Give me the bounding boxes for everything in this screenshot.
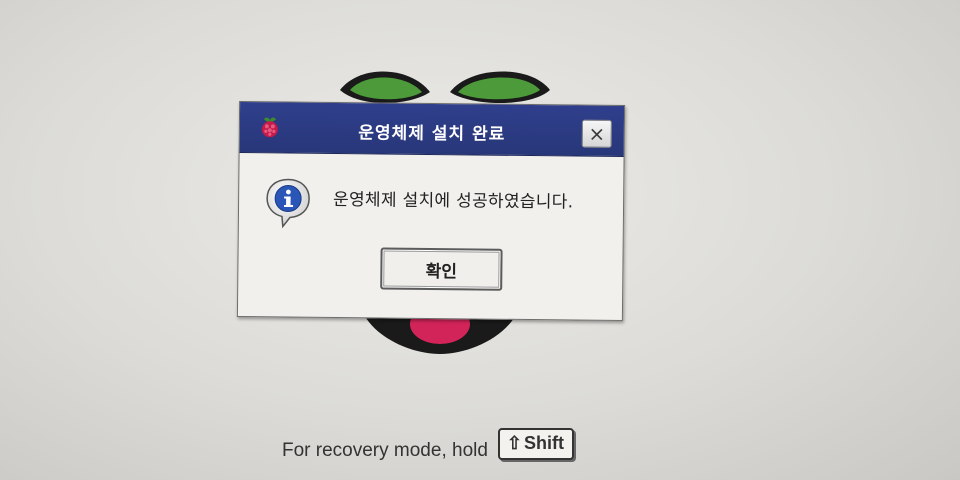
shift-key-label: Shift (524, 433, 565, 453)
shift-key: ⇧ Shift (497, 428, 575, 460)
install-complete-dialog: 운영체제 설치 완료 × 운영체제 설치에 성공하였습니다. 확인 (236, 100, 626, 322)
ok-button-label: 확인 (425, 261, 458, 282)
close-icon: × (588, 121, 606, 146)
recovery-hint-text: For recovery mode, hold (282, 440, 488, 461)
info-icon (266, 178, 310, 229)
close-button[interactable]: × (581, 119, 612, 148)
ok-button[interactable]: 확인 (380, 247, 503, 291)
shift-arrow-icon: ⇧ (506, 433, 523, 453)
dialog-titlebar[interactable]: 운영체제 설치 완료 × (239, 101, 625, 158)
dialog-message: 운영체제 설치에 성공하였습니다. (333, 189, 574, 213)
dialog-title: 운영체제 설치 완료 (358, 123, 506, 145)
recovery-hint: For recovery mode, hold ⇧ Shift (282, 428, 575, 462)
